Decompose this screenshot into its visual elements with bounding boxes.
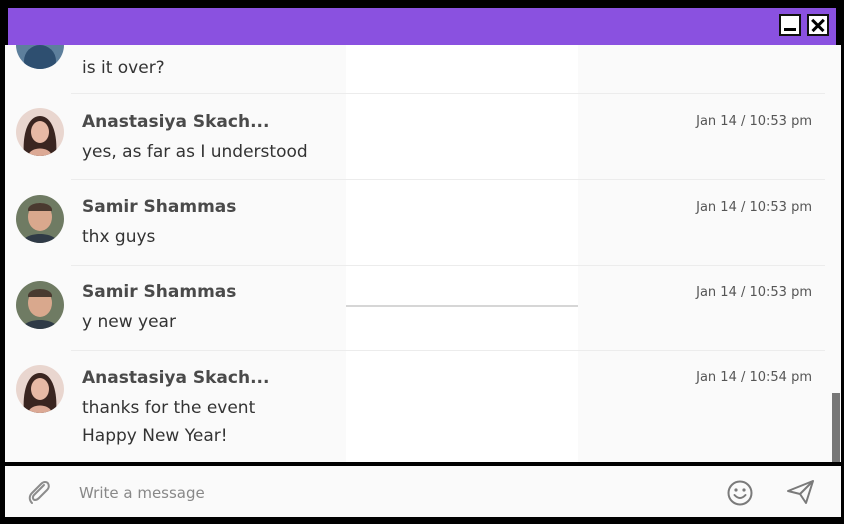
avatar (16, 45, 64, 69)
message-time: Jan 14 / 10:54 pm (696, 370, 812, 385)
smiley-icon[interactable] (726, 479, 754, 511)
send-icon[interactable] (786, 478, 816, 510)
sender-name[interactable]: Samir Shammas (82, 282, 236, 302)
avatar (16, 365, 64, 413)
scrollbar-thumb[interactable] (832, 393, 840, 462)
message-item: Anastasiya Skach... Jan 14 / 10:54 pm th… (5, 351, 841, 462)
message-time: Jan 14 / 10:53 pm (696, 200, 812, 215)
message-text: thx guys (82, 227, 156, 247)
avatar (16, 195, 64, 243)
message-text: thanks for the event (82, 398, 256, 418)
message-item: Samir Shammas Jan 14 / 10:53 pm thx guys (5, 180, 841, 266)
message-list[interactable]: is it over? Anastasiya Skach... Jan 14 /… (5, 45, 841, 462)
title-bar (8, 8, 836, 45)
message-item: Samir Shammas Jan 14 / 10:53 pm y new ye… (5, 266, 841, 351)
message-text: y new year (82, 312, 176, 332)
message-time: Jan 14 / 10:53 pm (696, 285, 812, 300)
composer (5, 466, 841, 517)
sender-name[interactable]: Anastasiya Skach... (82, 112, 269, 132)
minimize-icon[interactable] (779, 14, 801, 36)
avatar (16, 108, 64, 156)
sender-name[interactable]: Anastasiya Skach... (82, 368, 269, 388)
message-text: is it over? (82, 58, 165, 78)
avatar (16, 281, 64, 329)
message-text: Happy New Year! (82, 426, 228, 446)
chat-window: is it over? Anastasiya Skach... Jan 14 /… (0, 0, 844, 524)
message-input[interactable] (77, 478, 681, 508)
message-text: yes, as far as I understood (82, 142, 308, 162)
sender-name[interactable]: Samir Shammas (82, 197, 236, 217)
message-item: is it over? (5, 45, 841, 94)
message-item: Anastasiya Skach... Jan 14 / 10:53 pm ye… (5, 94, 841, 180)
close-icon[interactable] (807, 14, 829, 36)
message-time: Jan 14 / 10:53 pm (696, 114, 812, 129)
paperclip-icon[interactable] (25, 478, 53, 510)
